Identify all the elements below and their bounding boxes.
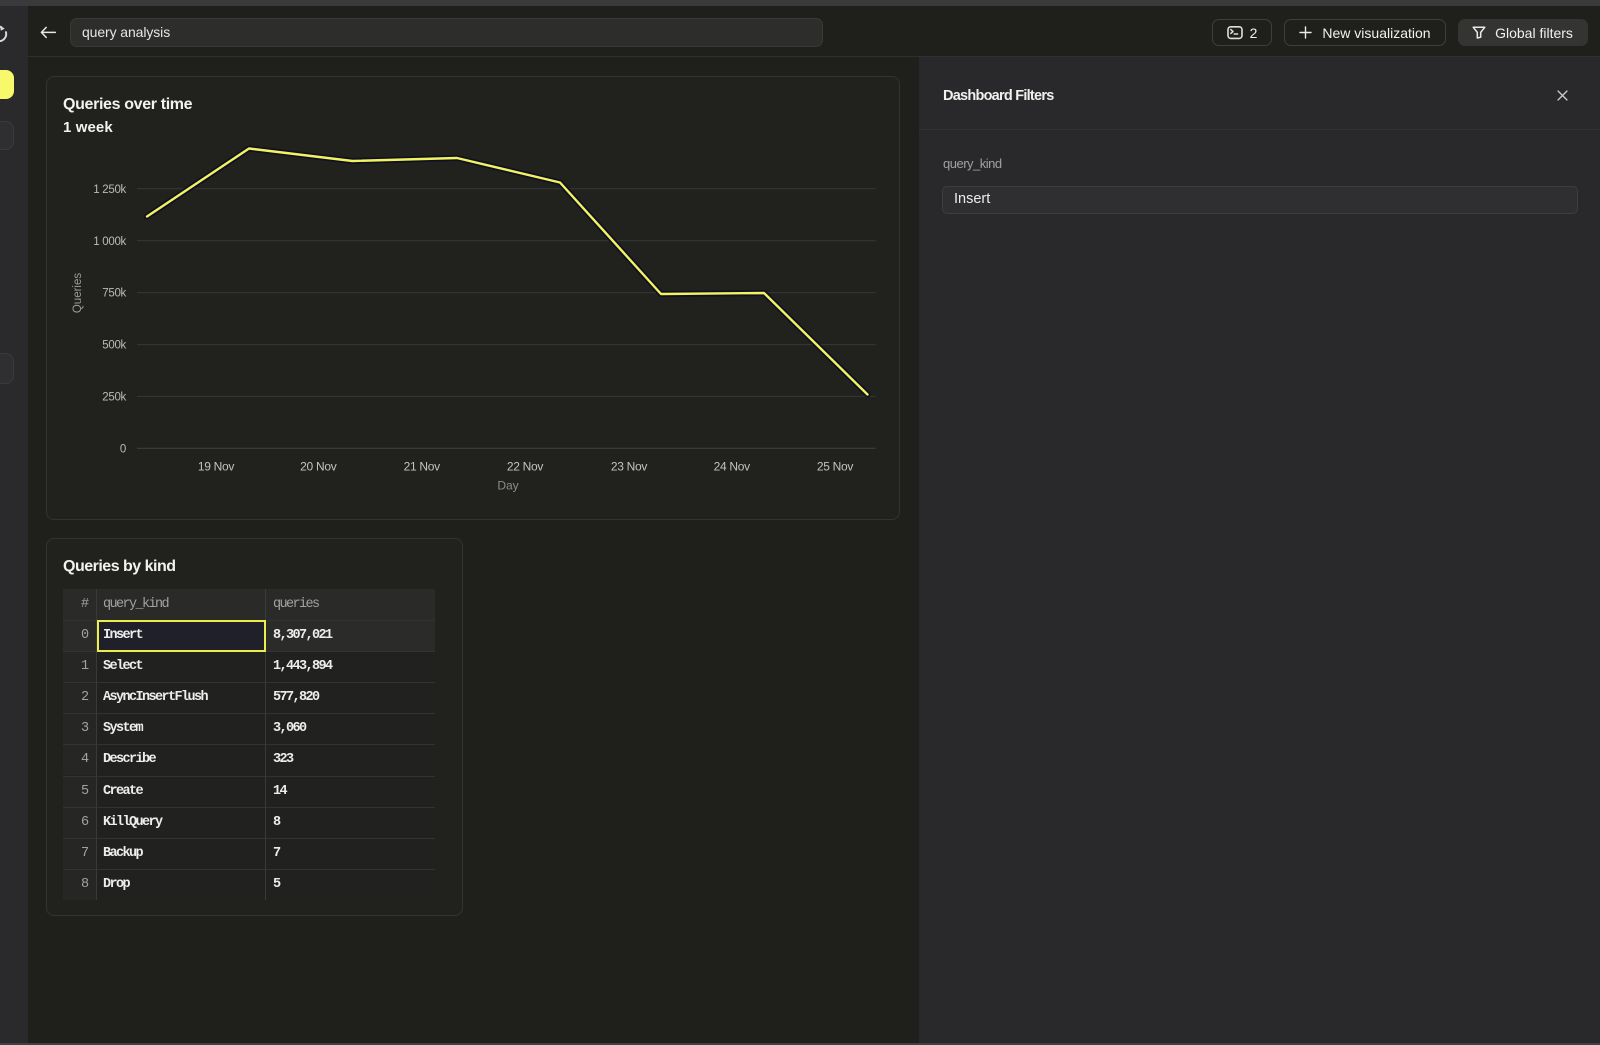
svg-text:750k: 750k bbox=[102, 288, 126, 300]
svg-text:20 Nov: 20 Nov bbox=[300, 460, 337, 474]
svg-text:1 250k: 1 250k bbox=[93, 184, 126, 196]
svg-text:24 Nov: 24 Nov bbox=[714, 460, 751, 474]
svg-text:21 Nov: 21 Nov bbox=[404, 460, 441, 474]
svg-text:22 Nov: 22 Nov bbox=[507, 460, 544, 474]
svg-text:250k: 250k bbox=[102, 391, 126, 403]
svg-text:500k: 500k bbox=[102, 340, 126, 352]
svg-text:Day: Day bbox=[497, 479, 518, 493]
svg-text:23 Nov: 23 Nov bbox=[611, 460, 648, 474]
svg-text:25 Nov: 25 Nov bbox=[817, 460, 854, 474]
svg-text:0: 0 bbox=[120, 443, 126, 455]
svg-text:Queries: Queries bbox=[72, 273, 84, 314]
svg-text:19 Nov: 19 Nov bbox=[198, 460, 235, 474]
svg-text:1 000k: 1 000k bbox=[93, 236, 126, 248]
